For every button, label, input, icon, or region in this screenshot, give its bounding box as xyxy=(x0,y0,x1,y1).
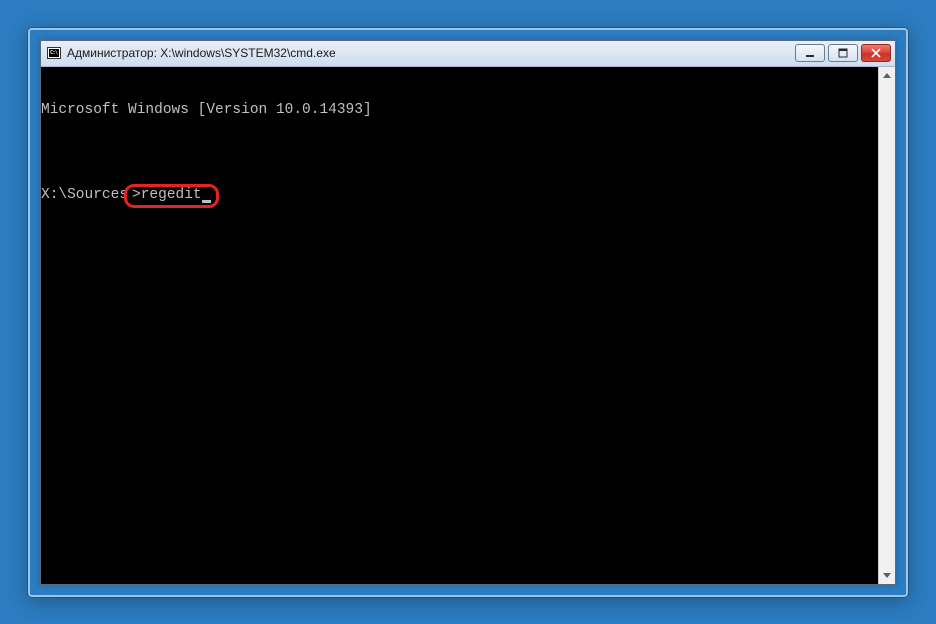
window-title: Администратор: X:\windows\SYSTEM32\cmd.e… xyxy=(67,46,786,60)
client-area: Microsoft Windows [Version 10.0.14393] X… xyxy=(41,67,895,584)
console-prompt-line: X:\Sources > regedit xyxy=(41,187,895,208)
chevron-down-icon xyxy=(883,573,891,578)
outer-frame: Администратор: X:\windows\SYSTEM32\cmd.e… xyxy=(28,28,908,597)
prompt-sep: > xyxy=(132,187,141,204)
typed-command: regedit xyxy=(141,187,202,204)
maximize-button[interactable] xyxy=(828,44,858,62)
command-highlight-annotation: > regedit xyxy=(124,184,219,208)
console-output[interactable]: Microsoft Windows [Version 10.0.14393] X… xyxy=(41,67,895,242)
minimize-button[interactable] xyxy=(795,44,825,62)
prompt-path: X:\Sources xyxy=(41,187,128,208)
scroll-track[interactable] xyxy=(879,84,895,567)
vertical-scrollbar[interactable] xyxy=(878,67,895,584)
window-controls xyxy=(792,44,891,62)
scroll-up-button[interactable] xyxy=(879,67,895,84)
console-line-version: Microsoft Windows [Version 10.0.14393] xyxy=(41,102,895,119)
scroll-down-button[interactable] xyxy=(879,567,895,584)
chevron-up-icon xyxy=(883,73,891,78)
text-cursor xyxy=(202,200,211,203)
titlebar[interactable]: Администратор: X:\windows\SYSTEM32\cmd.e… xyxy=(41,41,895,67)
close-button[interactable] xyxy=(861,44,891,62)
cmd-window: Администратор: X:\windows\SYSTEM32\cmd.e… xyxy=(40,40,896,585)
cmd-app-icon xyxy=(47,47,61,59)
